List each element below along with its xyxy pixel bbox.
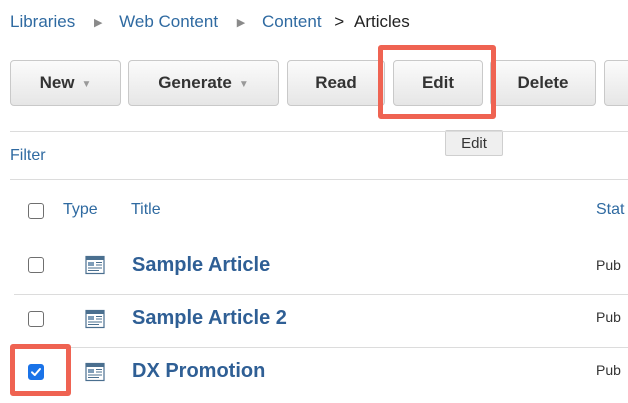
breadcrumb-web-content-link[interactable]: Web Content <box>119 12 218 31</box>
breadcrumb-separator-icon: ▶ <box>93 17 103 29</box>
article-title-link[interactable]: Sample Article 2 <box>132 307 287 330</box>
web-content-document-icon <box>85 309 105 329</box>
divider <box>10 179 628 180</box>
web-content-document-icon <box>85 255 105 275</box>
divider <box>10 131 628 132</box>
more-button[interactable] <box>604 60 628 106</box>
chevron-down-icon: ▼ <box>81 78 92 90</box>
breadcrumb-content-link[interactable]: Content <box>262 12 322 31</box>
column-header-title[interactable]: Title <box>131 201 161 219</box>
breadcrumb-separator-icon: ▶ <box>236 17 246 29</box>
article-title-link[interactable]: Sample Article <box>132 254 270 277</box>
delete-button-label: Delete <box>517 73 569 92</box>
generate-button[interactable]: Generate ▼ <box>128 60 279 106</box>
breadcrumb-gt: > <box>334 12 345 31</box>
breadcrumb-current: Articles <box>354 12 410 31</box>
column-header-status[interactable]: Stat <box>596 201 624 219</box>
edit-tooltip: Edit <box>445 130 503 156</box>
article-title-link[interactable]: DX Promotion <box>132 360 265 383</box>
breadcrumb: Libraries ▶ Web Content ▶ Content > Arti… <box>10 12 410 32</box>
status-text: Pub <box>596 362 621 378</box>
status-text: Pub <box>596 257 621 273</box>
generate-button-label: Generate <box>158 73 232 92</box>
select-all-checkbox[interactable] <box>28 203 44 219</box>
tooltip-text: Edit <box>461 134 487 152</box>
filter-link[interactable]: Filter <box>10 147 46 165</box>
breadcrumb-libraries-link[interactable]: Libraries <box>10 12 75 31</box>
row-checkbox[interactable] <box>28 311 44 327</box>
read-button[interactable]: Read <box>287 60 385 106</box>
status-text: Pub <box>596 309 621 325</box>
column-header-type[interactable]: Type <box>63 201 98 219</box>
new-button[interactable]: New ▼ <box>10 60 121 106</box>
read-button-label: Read <box>315 73 357 92</box>
row-divider <box>14 347 628 348</box>
new-button-label: New <box>39 73 75 92</box>
delete-button[interactable]: Delete <box>490 60 596 106</box>
checkbox-highlight-frame <box>10 344 71 396</box>
web-content-document-icon <box>85 362 105 382</box>
chevron-down-icon: ▼ <box>238 78 249 90</box>
row-divider <box>14 294 628 295</box>
row-checkbox[interactable] <box>28 257 44 273</box>
edit-highlight-frame <box>378 45 496 119</box>
